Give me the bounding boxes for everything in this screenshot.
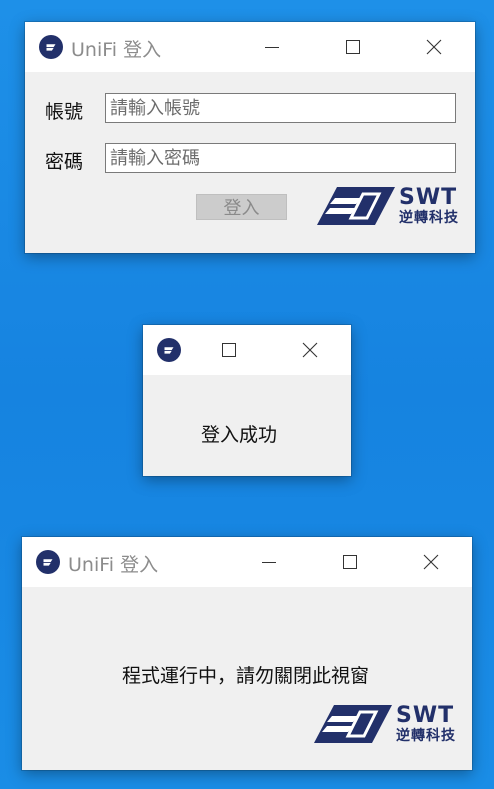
minimize-button[interactable] [252, 32, 292, 62]
close-icon [423, 554, 439, 570]
logo-cn-text: 逆轉科技 [399, 210, 459, 226]
maximize-icon [222, 343, 236, 357]
minimize-icon [262, 562, 276, 563]
window-title: UniFi 登入 [71, 39, 162, 61]
close-icon [302, 342, 318, 358]
maximize-button[interactable] [209, 335, 249, 365]
logo-brand-text: SWT [396, 703, 455, 728]
swt-logo: SWT 逆轉科技 [315, 185, 459, 227]
swt-logo-mark [314, 705, 392, 743]
logo-brand-text: SWT [399, 185, 458, 210]
swt-logo: SWT 逆轉科技 [312, 703, 456, 745]
minimize-icon [265, 47, 279, 48]
maximize-button[interactable] [333, 32, 373, 62]
close-button[interactable] [414, 32, 454, 62]
running-message: 程式運行中，請勿關閉此視窗 [122, 665, 370, 687]
desktop: { "login_window": { "title": "UniFi 登入",… [0, 0, 494, 789]
swt-logo-mark [317, 187, 395, 225]
password-label: 密碼 [45, 151, 84, 173]
account-input[interactable] [105, 93, 456, 123]
success-dialog: 登入成功 [143, 325, 351, 476]
close-icon [426, 39, 442, 55]
maximize-icon [346, 40, 360, 54]
close-button[interactable] [290, 335, 330, 365]
app-logo-icon [157, 338, 181, 362]
login-titlebar[interactable]: UniFi 登入 [25, 22, 475, 72]
running-window: UniFi 登入 程式運行中，請勿關閉此視窗 SWT 逆轉科技 [22, 537, 472, 770]
app-logo-icon [39, 35, 63, 59]
running-titlebar[interactable]: UniFi 登入 [22, 537, 472, 587]
logo-cn-text: 逆轉科技 [396, 728, 456, 744]
login-window: UniFi 登入 帳號 密碼 登入 SWT 逆轉科技 [25, 22, 475, 253]
password-input[interactable] [105, 143, 456, 173]
maximize-icon [343, 555, 357, 569]
minimize-button[interactable] [249, 547, 289, 577]
account-label: 帳號 [45, 101, 84, 123]
window-title: UniFi 登入 [68, 554, 159, 576]
close-button[interactable] [411, 547, 451, 577]
login-button[interactable]: 登入 [196, 194, 287, 220]
success-message: 登入成功 [201, 424, 278, 446]
maximize-button[interactable] [330, 547, 370, 577]
success-titlebar[interactable] [143, 325, 351, 375]
app-logo-icon [36, 550, 60, 574]
